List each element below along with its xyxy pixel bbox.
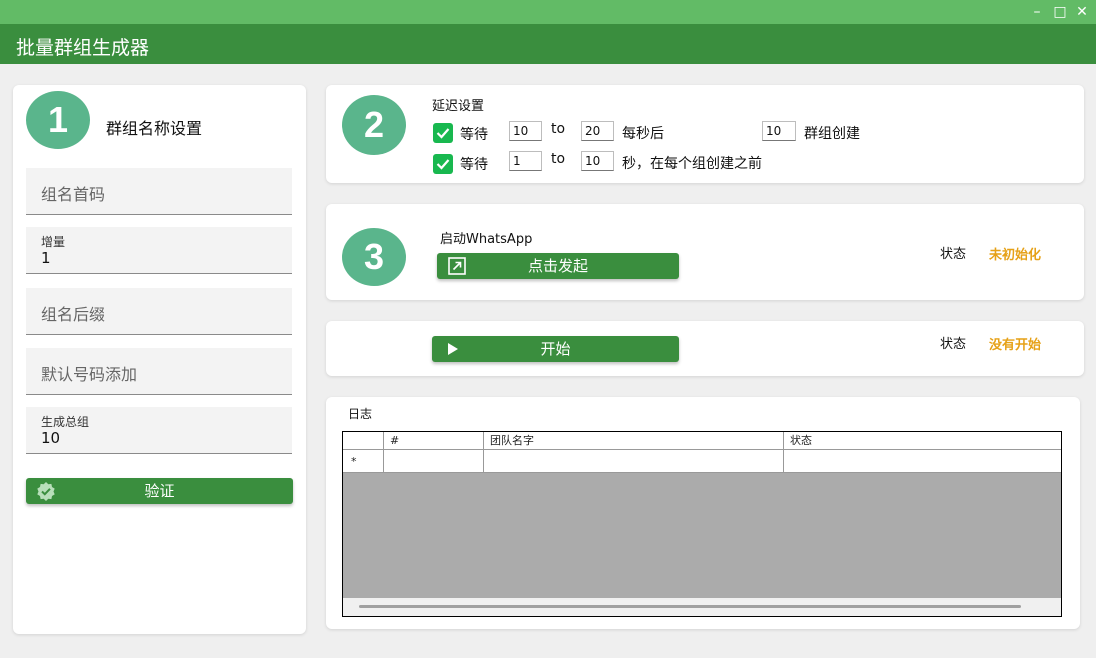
delay-row1-after-label: 每秒后 (622, 126, 664, 142)
group-prefix-placeholder: 组名首码 (41, 185, 106, 204)
group-prefix-field[interactable]: 组名首码 (26, 168, 292, 215)
column-header-index[interactable]: # (384, 432, 484, 450)
close-icon: ✕ (1076, 4, 1088, 20)
step3-panel: 3 启动WhatsApp 点击发起 状态 未初始化 (326, 204, 1084, 300)
external-link-icon (448, 257, 466, 275)
group-creation-label: 群组创建 (804, 126, 860, 142)
step3-status-value: 未初始化 (989, 248, 1042, 263)
step1-badge: 1 (26, 91, 90, 149)
log-table[interactable]: # 团队名字 状态 * (342, 431, 1062, 617)
window-top-strip: – □ ✕ (0, 0, 1096, 24)
increment-label: 增量 (41, 235, 66, 249)
group-suffix-placeholder: 组名后缀 (41, 305, 106, 324)
delay-row2-to-label: to (551, 151, 566, 167)
delay-row2-checkbox[interactable] (433, 154, 453, 174)
launch-button-label: 点击发起 (527, 257, 588, 275)
table-corner-header (343, 432, 384, 450)
delay-row1-to-input[interactable]: 20 (581, 121, 614, 141)
delay-row1-to-label: to (551, 121, 566, 137)
title-bar: 批量群组生成器 (0, 24, 1096, 64)
total-groups-label: 生成总组 (41, 415, 90, 429)
default-number-field[interactable]: 默认号码添加 (26, 348, 292, 395)
start-status-value: 没有开始 (989, 338, 1042, 353)
step1-title: 群组名称设置 (106, 119, 203, 138)
total-groups-value: 10 (41, 429, 61, 447)
table-cell-team-name[interactable] (484, 450, 784, 473)
checkmark-icon (436, 159, 450, 170)
delay-row2-wait-label: 等待 (460, 157, 488, 173)
maximize-button[interactable]: □ (1049, 2, 1071, 22)
delay-row1-checkbox[interactable] (433, 123, 453, 143)
play-icon (448, 343, 458, 355)
step2-panel: 2 延迟设置 等待 10 to 20 每秒后 10 群组创建 等待 1 to 1… (326, 85, 1084, 183)
step3-title: 启动WhatsApp (440, 232, 533, 247)
table-cell-index[interactable] (384, 450, 484, 473)
default-number-placeholder: 默认号码添加 (41, 365, 138, 384)
group-count-input[interactable]: 10 (762, 121, 796, 141)
start-button-label: 开始 (540, 340, 571, 358)
close-button[interactable]: ✕ (1071, 2, 1093, 22)
verified-badge-icon (37, 482, 55, 501)
step3-badge: 3 (342, 228, 406, 286)
checkmark-icon (436, 128, 450, 139)
table-cell-status[interactable] (784, 450, 1061, 473)
start-button[interactable]: 开始 (432, 336, 679, 362)
minimize-button[interactable]: – (1026, 2, 1048, 22)
maximize-icon: □ (1053, 4, 1067, 20)
scrollbar-thumb[interactable] (359, 605, 1021, 608)
column-header-status[interactable]: 状态 (784, 432, 1061, 450)
delay-row2-after-label: 秒，在每个组创建之前 (622, 156, 762, 172)
minimize-icon: – (1033, 4, 1041, 20)
delay-row1-from-input[interactable]: 10 (509, 121, 542, 141)
verify-button-label: 验证 (144, 482, 175, 500)
log-title: 日志 (348, 407, 373, 421)
delay-row1-wait-label: 等待 (460, 127, 488, 143)
group-suffix-field[interactable]: 组名后缀 (26, 288, 292, 335)
column-header-team-name[interactable]: 团队名字 (484, 432, 784, 450)
increment-field[interactable]: 增量 1 (26, 227, 292, 274)
step2-badge: 2 (342, 95, 406, 155)
verify-button[interactable]: 验证 (26, 478, 293, 504)
start-panel: 开始 状态 没有开始 (326, 321, 1084, 376)
delay-row2-from-input[interactable]: 1 (509, 151, 542, 171)
new-row-marker: * (343, 450, 384, 473)
step3-status-label: 状态 (940, 247, 967, 262)
step2-title: 延迟设置 (432, 99, 485, 114)
delay-row2-to-input[interactable]: 10 (581, 151, 614, 171)
log-panel: 日志 # 团队名字 状态 * (326, 397, 1080, 629)
launch-whatsapp-button[interactable]: 点击发起 (437, 253, 679, 279)
horizontal-scrollbar[interactable] (343, 598, 1061, 616)
start-status-label: 状态 (940, 337, 967, 352)
app-title: 批量群组生成器 (16, 37, 150, 59)
step1-panel: 1 群组名称设置 组名首码 增量 1 组名后缀 默认号码添加 生成总组 10 验… (13, 85, 306, 634)
increment-value: 1 (41, 249, 51, 267)
total-groups-field[interactable]: 生成总组 10 (26, 407, 292, 454)
